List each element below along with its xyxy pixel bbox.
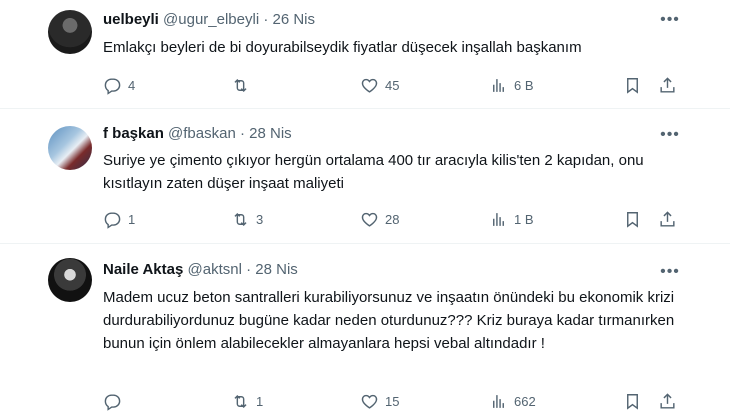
reply-button[interactable]: 4 (103, 74, 135, 96)
separator: · (239, 125, 245, 142)
views-chart-icon (493, 212, 504, 226)
views-chart-icon (493, 78, 504, 92)
heart-icon (361, 394, 378, 409)
tweet-header: f başkan @fbaskan · 28 Nis (103, 124, 292, 144)
share-button[interactable] (658, 390, 677, 412)
retweet-count: 1 (256, 393, 264, 409)
retweet-icon (234, 212, 247, 226)
bookmark-button[interactable] (623, 74, 642, 96)
retweet-button[interactable] (231, 74, 256, 96)
reply-icon (104, 211, 121, 229)
reply-icon (104, 393, 121, 411)
share-icon (660, 76, 675, 93)
tweet-actions: 1 3 28 1 B (103, 208, 675, 230)
heart-icon (361, 78, 378, 93)
view-count: 1 B (514, 211, 534, 227)
like-button[interactable]: 45 (360, 74, 399, 96)
reply-count: 1 (128, 211, 136, 227)
view-count: 662 (514, 393, 536, 409)
tweet-header: uelbeyli @ugur_elbeyli · 26 Nis (103, 10, 315, 30)
reply-button[interactable]: 1 (103, 208, 135, 230)
bookmark-icon (627, 393, 638, 410)
avatar[interactable] (48, 10, 92, 54)
retweet-icon (234, 78, 247, 92)
more-dots-icon[interactable]: ••• (660, 125, 680, 145)
tweet-date[interactable]: 26 Nis (273, 11, 316, 28)
avatar[interactable] (48, 126, 92, 170)
share-button[interactable] (658, 74, 677, 96)
tweet-header: Naile Aktaş @aktsnl · 28 Nis (103, 260, 298, 280)
more-dots-icon[interactable]: ••• (660, 262, 680, 282)
retweet-button[interactable]: 1 (231, 390, 263, 412)
tweet-actions: 4 45 6 B (103, 74, 675, 96)
user-handle[interactable]: @aktsnl (188, 261, 242, 278)
tweet[interactable]: uelbeyli @ugur_elbeyli · 26 Nis ••• Emla… (0, 0, 730, 109)
like-count: 45 (385, 77, 400, 93)
tweet-actions: 1 15 662 (103, 390, 675, 412)
tweet-date[interactable]: 28 Nis (255, 261, 298, 278)
user-handle[interactable]: @ugur_elbeyli (163, 11, 259, 28)
separator: · (263, 11, 269, 28)
user-handle[interactable]: @fbaskan (168, 125, 236, 142)
bookmark-icon (627, 211, 638, 228)
display-name[interactable]: Naile Aktaş (103, 261, 183, 278)
avatar[interactable] (48, 258, 92, 302)
tweet[interactable]: Naile Aktaş @aktsnl · 28 Nis ••• Madem u… (0, 244, 730, 420)
bookmark-button[interactable] (623, 390, 642, 412)
tweet-text: Emlakçı beyleri de bi doyurabilseydik fi… (103, 39, 582, 56)
tweet-date[interactable]: 28 Nis (249, 125, 292, 142)
like-count: 15 (385, 393, 400, 409)
display-name[interactable]: uelbeyli (103, 11, 159, 28)
reply-button[interactable] (103, 390, 128, 412)
heart-icon (361, 212, 378, 227)
tweet-text: Madem ucuz beton santralleri kurabiliyor… (103, 289, 675, 352)
share-button[interactable] (658, 208, 677, 230)
like-button[interactable]: 28 (360, 208, 399, 230)
view-count: 6 B (514, 77, 534, 93)
tweet-text: Suriye ye çimento çıkıyor hergün ortalam… (103, 152, 644, 192)
share-icon (660, 210, 675, 227)
views-chart-icon (493, 394, 504, 408)
more-dots-icon[interactable]: ••• (660, 10, 680, 30)
retweet-icon (234, 394, 247, 408)
views-button[interactable]: 6 B (489, 74, 534, 96)
display-name[interactable]: f başkan (103, 125, 164, 142)
views-button[interactable]: 1 B (489, 208, 534, 230)
share-icon (660, 392, 675, 409)
retweet-count: 3 (256, 211, 264, 227)
reply-icon (104, 77, 121, 95)
separator: · (246, 261, 252, 278)
views-button[interactable]: 662 (489, 390, 536, 412)
like-button[interactable]: 15 (360, 390, 399, 412)
retweet-button[interactable]: 3 (231, 208, 263, 230)
tweet[interactable]: f başkan @fbaskan · 28 Nis ••• Suriye ye… (0, 109, 730, 244)
like-count: 28 (385, 211, 400, 227)
bookmark-icon (627, 77, 638, 94)
reply-count: 4 (128, 77, 136, 93)
bookmark-button[interactable] (623, 208, 642, 230)
